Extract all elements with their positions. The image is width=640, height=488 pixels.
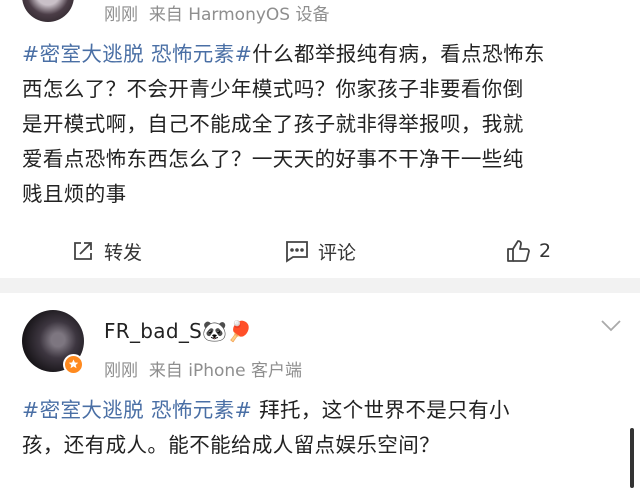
post-time: 刚刚 (104, 361, 138, 381)
topic-tag-link[interactable] (144, 42, 151, 66)
repost-icon (70, 238, 96, 264)
post-line: 孩，还有成人。能不能给成人留点娱乐空间？ (22, 433, 440, 457)
post-text: 什么都举报纯有病，看点恐怖东 (252, 42, 545, 66)
post-body: #密室大逃脱 恐怖元素#什么都举报纯有病，看点恐怖东 西怎么了？不会开青少年模式… (22, 37, 632, 212)
comment-button[interactable]: 评论 (284, 236, 356, 266)
verified-badge-icon (63, 354, 84, 375)
post-source-label: 来自 (148, 361, 183, 381)
post-text: 拜托，这个世界不是只有小 (252, 398, 510, 422)
avatar[interactable] (22, 0, 74, 22)
like-button[interactable]: 2 (505, 236, 551, 266)
post-time: 刚刚 (104, 5, 138, 25)
comment-icon (284, 238, 310, 264)
topic-tag-link[interactable]: 恐怖元素# (151, 42, 252, 66)
post-device: HarmonyOS 设备 (188, 5, 330, 25)
username-emoji: 🐼🏓 (202, 319, 253, 343)
post-line: #密室大逃脱 恐怖元素# 拜托，这个世界不是只有小 (22, 393, 632, 428)
username[interactable]: FR_bad_S🐼🏓 (104, 319, 253, 343)
post-line: #密室大逃脱 恐怖元素#什么都举报纯有病，看点恐怖东 (22, 37, 632, 72)
post-body: #密室大逃脱 恐怖元素# 拜托，这个世界不是只有小 孩，还有成人。能不能给成人留… (22, 393, 632, 463)
post-divider (0, 278, 640, 293)
post-meta: 刚刚 来自 HarmonyOS 设备 (104, 0, 329, 25)
post-meta: 刚刚 来自 iPhone 客户端 (104, 356, 302, 381)
username-text: FR_bad_S (104, 319, 203, 343)
post-line: 贱且烦的事 (22, 182, 127, 206)
topic-tag-link[interactable]: #密室大逃脱 (22, 42, 144, 66)
post-device: iPhone 客户端 (188, 361, 303, 381)
topic-tag-link[interactable] (144, 398, 151, 422)
post-menu-chevron-down-icon[interactable] (600, 318, 622, 337)
topic-tag-link[interactable]: 恐怖元素# (151, 398, 252, 422)
thumbs-up-icon (505, 238, 531, 264)
topic-tag-link[interactable]: #密室大逃脱 (22, 398, 144, 422)
post-line: 是开模式啊，自己不能成全了孩子就非得举报呗，我就 (22, 112, 524, 136)
post-source-label: 来自 (148, 5, 183, 25)
scrollbar[interactable] (630, 428, 634, 488)
comment-label: 评论 (318, 241, 357, 264)
like-count: 2 (539, 240, 552, 262)
repost-button[interactable]: 转发 (70, 236, 142, 266)
post-line: 爱看点恐怖东西怎么了？一天天的好事不干净干一些纯 (22, 147, 524, 171)
repost-label: 转发 (104, 241, 143, 264)
post-line: 西怎么了？不会开青少年模式吗？你家孩子非要看你倒 (22, 77, 524, 101)
